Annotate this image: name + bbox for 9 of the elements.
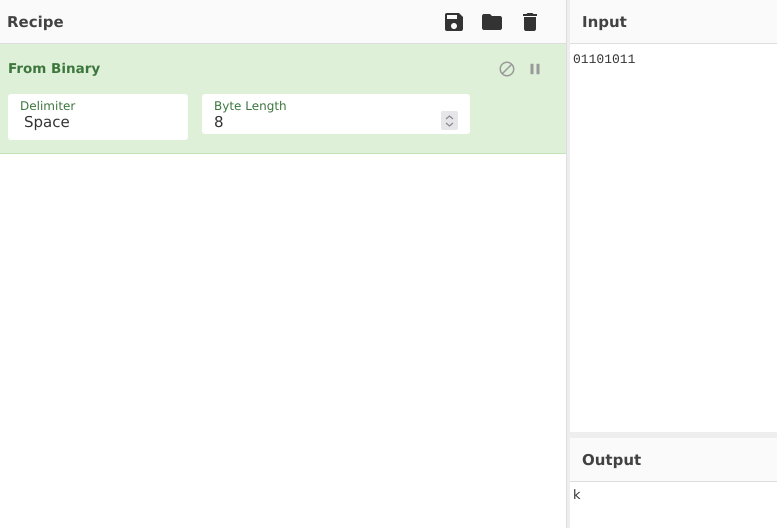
operation-name: From Binary	[8, 61, 100, 77]
output-text: k	[572, 487, 582, 505]
input-field[interactable]: 01101011	[570, 44, 777, 432]
spinner-icon[interactable]	[441, 111, 458, 130]
input-title: Input	[581, 12, 627, 30]
output-title: Output	[581, 450, 642, 468]
recipe-title: Recipe	[7, 12, 64, 30]
number-field[interactable]: Byte Length 8	[202, 94, 470, 134]
delimiter-select[interactable]: Delimiter Space	[8, 94, 188, 140]
